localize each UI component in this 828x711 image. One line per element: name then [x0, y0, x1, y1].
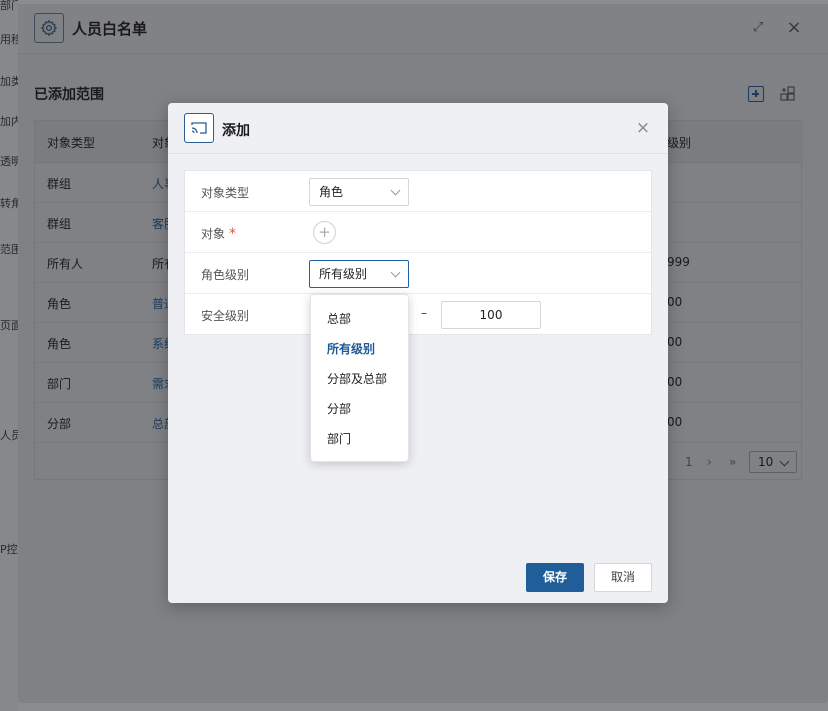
gear-icon [34, 13, 64, 43]
cell-level: 00 [667, 375, 683, 389]
cancel-button[interactable]: 取消 [594, 563, 652, 592]
side-fragment: 透明 [0, 155, 18, 168]
form-row-object-type: 对象类型 角色 [185, 171, 651, 212]
cell-type: 群组 [47, 177, 72, 191]
range-dash: – [421, 306, 427, 320]
th-level: 级别 [667, 136, 692, 150]
chevron-down-icon [390, 267, 401, 278]
dialog-title: 添加 [222, 123, 250, 139]
cell-type: 角色 [47, 297, 72, 311]
dropdown-option[interactable]: 部门 [327, 430, 351, 447]
cell-object[interactable]: 人事 [152, 175, 168, 192]
side-fragment: P控 [0, 543, 18, 556]
role-level-select[interactable]: 所有级别 [309, 260, 409, 288]
th-object-type: 对象类型 [47, 136, 96, 150]
panel-title: 人员白名单 [72, 20, 148, 38]
cell-level: 00 [667, 335, 683, 349]
side-fragment: 人员 [0, 429, 18, 442]
close-icon[interactable]: × [784, 18, 804, 38]
cast-icon [184, 113, 214, 143]
chevron-down-icon [390, 185, 401, 196]
page-size-value: 10 [758, 455, 774, 469]
cell-level: 00 [667, 295, 683, 309]
security-level-label: 安全级别 [201, 309, 250, 323]
grid-add-icon[interactable] [780, 86, 796, 102]
object-type-label: 对象类型 [201, 186, 250, 200]
object-type-select[interactable]: 角色 [309, 178, 409, 206]
save-button[interactable]: 保存 [526, 563, 584, 592]
cell-object[interactable]: 系统 [152, 335, 168, 352]
required-mark: * [229, 226, 237, 242]
role-level-value: 所有级别 [319, 267, 368, 281]
object-label-text: 对象 [201, 227, 226, 241]
add-square-icon[interactable] [748, 86, 764, 102]
form-row-object: 对象 * + [185, 212, 651, 253]
side-fragment: 用移 [0, 33, 18, 46]
cell-level: 00 [667, 415, 683, 429]
dropdown-option[interactable]: 分部及总部 [327, 370, 387, 387]
th-object: 对象 [152, 136, 168, 150]
cell-object[interactable]: 客服 [152, 215, 168, 232]
side-fragment: 加类 [0, 75, 18, 88]
cell-object[interactable]: 需求 [152, 375, 168, 392]
cell-type: 角色 [47, 337, 72, 351]
chevron-down-icon [779, 456, 790, 467]
panel-header: 人员白名单 ⤢ × [18, 4, 828, 54]
expand-icon[interactable]: ⤢ [748, 18, 768, 38]
add-dialog: 添加 × 对象类型 角色 对象* + 角色级别 所有级别 安全级别 – 100 [168, 103, 668, 603]
object-type-value: 角色 [319, 185, 344, 199]
dialog-header: 添加 × [168, 103, 668, 154]
form-row-security-level: 安全级别 – 100 [185, 294, 651, 335]
cell-object[interactable]: 普通 [152, 295, 168, 312]
cell-type: 部门 [47, 377, 72, 391]
page-size-select[interactable]: 10 [749, 451, 797, 473]
cell-type: 所有人 [47, 257, 84, 271]
pager-last-icon[interactable]: » [729, 455, 736, 469]
cell-object: 所有 [152, 257, 168, 271]
dropdown-option-selected[interactable]: 所有级别 [327, 340, 375, 357]
dropdown-option[interactable]: 总部 [327, 310, 351, 327]
side-fragment: 加内 [0, 115, 18, 128]
cell-object[interactable]: 总部 [152, 415, 168, 432]
cell-type: 分部 [47, 417, 72, 431]
security-level-max-input[interactable]: 100 [441, 301, 541, 329]
role-level-dropdown: 总部 所有级别 分部及总部 分部 部门 [310, 294, 409, 462]
background-side-strip: 部门拼成 用移 加类 加内 透明 转角 范围 页面 人员 P控 [0, 0, 18, 711]
dropdown-option[interactable]: 分部 [327, 400, 351, 417]
close-icon[interactable]: × [634, 119, 652, 137]
pager-next-icon[interactable]: › [707, 455, 712, 469]
cell-level: 999 [667, 255, 690, 269]
side-fragment: 转角 [0, 197, 18, 210]
side-fragment: 范围 [0, 243, 18, 256]
add-form: 对象类型 角色 对象 * + 角色级别 所有级别 安全级别 – 100 [184, 170, 652, 335]
object-label: 对象 * [201, 225, 236, 242]
form-row-role-level: 角色级别 所有级别 [185, 253, 651, 294]
add-object-button[interactable]: + [313, 221, 336, 244]
cell-type: 群组 [47, 217, 72, 231]
pager-page-number[interactable]: 1 [685, 455, 693, 469]
section-title: 已添加范围 [34, 87, 104, 103]
side-fragment: 页面 [0, 319, 18, 332]
role-level-label: 角色级别 [201, 268, 250, 282]
